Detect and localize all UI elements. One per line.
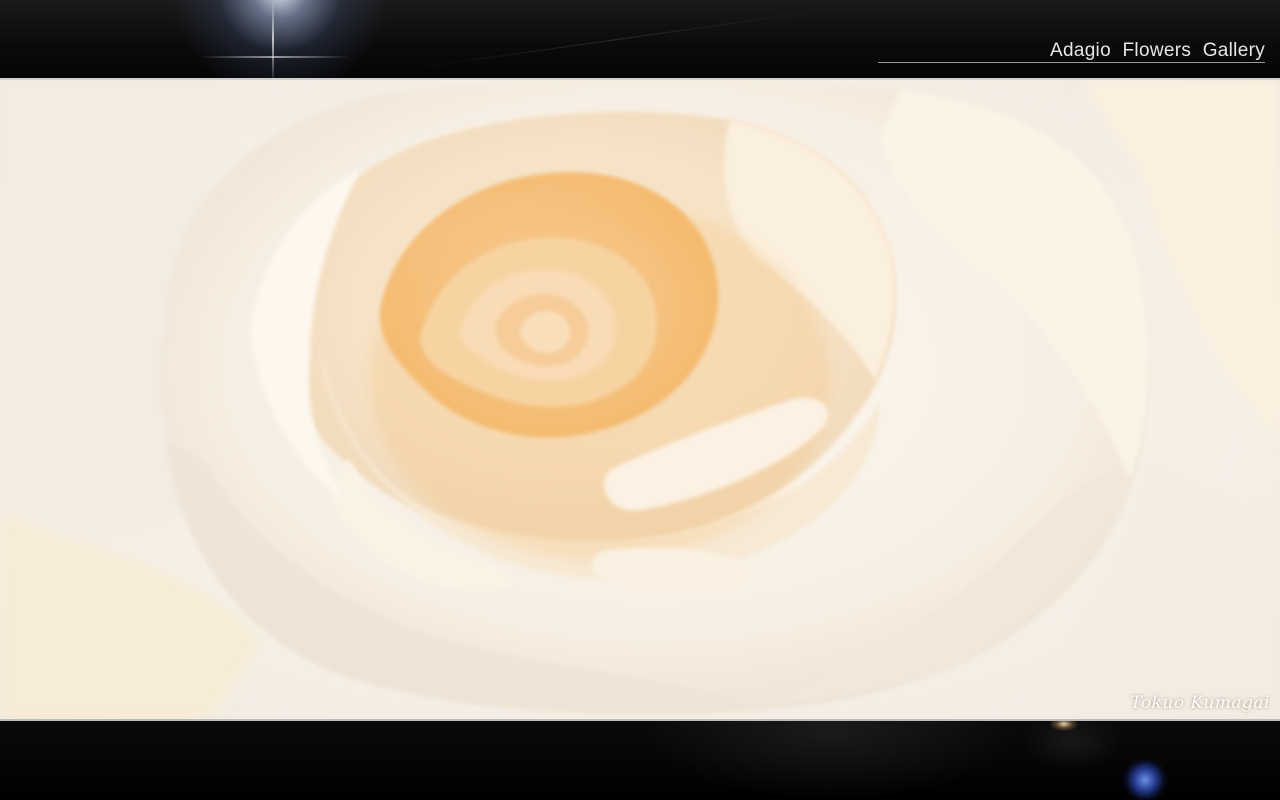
light-streak xyxy=(401,10,819,71)
title-underline xyxy=(878,62,1265,63)
lens-flare xyxy=(170,0,390,78)
gallery-title: Adagio Flowers Gallery xyxy=(1049,40,1265,61)
lens-flare-ray xyxy=(200,56,350,58)
footer-band xyxy=(0,721,1280,800)
warm-glow xyxy=(370,200,830,560)
rose-illustration xyxy=(0,80,1280,719)
haze xyxy=(640,721,1020,800)
photographer-signature: Tokuo Kumagai xyxy=(1130,693,1270,713)
lens-flare-ray xyxy=(272,0,274,78)
rose-photo: Tokuo Kumagai xyxy=(0,80,1280,719)
blue-lens-flare xyxy=(1122,759,1168,800)
header-band: Adagio Flowers Gallery xyxy=(0,0,1280,78)
